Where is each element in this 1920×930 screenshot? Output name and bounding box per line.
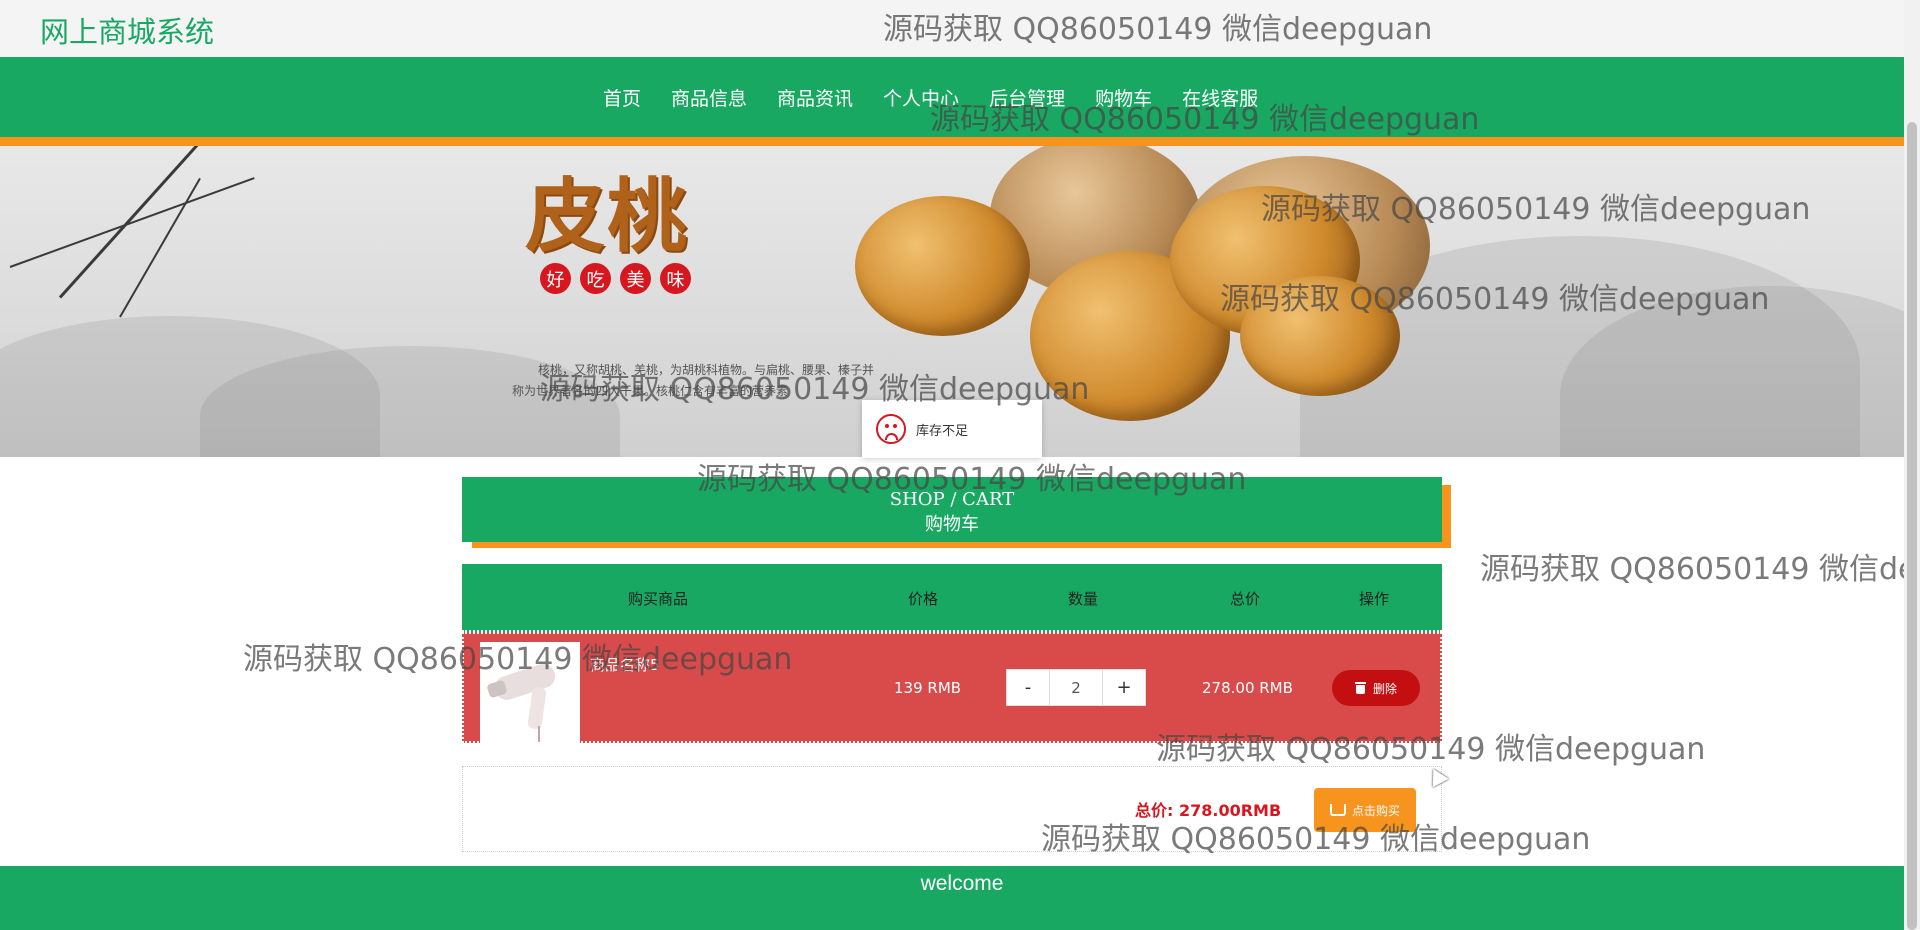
delete-label: 删除 [1372,681,1397,696]
cart-summary: 总价: 278.00RMB 点击购买 [462,766,1442,852]
banner-text-line2: 称为世界著名的四大干果。核桃仁含有丰富的营养素 [512,384,789,398]
nav-item-home[interactable]: 首页 [603,84,641,111]
watermark: 源码获取 QQ86050149 微信deepguan [1480,552,1904,587]
banner-tag: 美 [620,263,651,294]
buy-button[interactable]: 点击购买 [1314,788,1416,832]
banner-text-line1: 核桃，又称胡桃、羌桃，为胡桃科植物。与扁桃、腰果、榛子并 [538,363,875,377]
total-label: 总价: [1135,801,1174,820]
table-row: 商品名称5 139 RMB - 2 + 278.00 RMB 删除 [462,632,1442,743]
cart-header-en: SHOP / CART [889,489,1015,510]
quantity-stepper: - 2 + [1006,669,1146,706]
cart-icon [1329,804,1346,816]
footer: welcome [0,866,1904,930]
delete-button[interactable]: 删除 [1332,670,1420,706]
nav-item-news[interactable]: 商品资讯 [777,84,853,111]
col-header-quantity: 数量 [1068,590,1099,608]
nav-item-support[interactable]: 在线客服 [1182,84,1258,111]
cart-header-cn: 购物车 [925,514,979,535]
col-header-total: 总价 [1230,590,1261,608]
banner-tag: 味 [660,263,691,294]
col-header-price: 价格 [908,590,939,608]
walnut-kernel [1240,276,1400,396]
total-value: 278.00RMB [1178,801,1282,820]
trash-icon [1354,682,1366,694]
branch-stroke [9,177,255,268]
nav-item-products[interactable]: 商品信息 [671,84,747,111]
top-header: 网上商城系统 [0,0,1904,57]
sad-face-icon [876,414,906,444]
col-header-product: 购买商品 [628,590,689,608]
toast-message: 库存不足 [916,423,969,439]
nav-item-admin[interactable]: 后台管理 [989,84,1065,111]
banner-title: 皮桃 [525,169,689,263]
cart-header: SHOP / CART 购物车 [462,477,1442,542]
branch-stroke [58,146,216,299]
banner-tags: 好 吃 美 味 [540,263,691,294]
cart-table-header: 购买商品 价格 数量 总价 操作 [462,564,1442,632]
scrollbar-thumb[interactable] [1907,122,1917,930]
quantity-input[interactable]: 2 [1049,670,1103,705]
branch-stroke [119,177,201,318]
scrollbar[interactable] [1904,0,1920,930]
nav-item-cart[interactable]: 购物车 [1095,84,1152,111]
product-image[interactable] [480,642,580,743]
stock-toast: 库存不足 [862,400,1042,458]
product-name[interactable]: 商品名称5 [590,654,660,675]
total-price: 总价: 278.00RMB [1135,797,1281,821]
footer-text: welcome [920,872,1004,895]
main-nav: 首页 商品信息 商品资讯 个人中心 后台管理 购物车 在线客服 [0,57,1904,137]
product-price: 139 RMB [894,679,962,697]
nav-item-profile[interactable]: 个人中心 [883,84,959,111]
quantity-minus-button[interactable]: - [1007,670,1049,705]
banner-tag: 好 [540,263,571,294]
row-total: 278.00 RMB [1202,679,1293,697]
buy-label: 点击购买 [1351,803,1400,818]
nav-items: 首页 商品信息 商品资讯 个人中心 后台管理 购物车 在线客服 [588,57,1273,137]
site-title[interactable]: 网上商城系统 [40,9,214,51]
walnut-kernel [855,196,1030,336]
col-header-action: 操作 [1359,590,1390,608]
quantity-plus-button[interactable]: + [1103,670,1145,705]
banner-tag: 吃 [580,263,611,294]
nav-accent-stripe [0,137,1904,146]
